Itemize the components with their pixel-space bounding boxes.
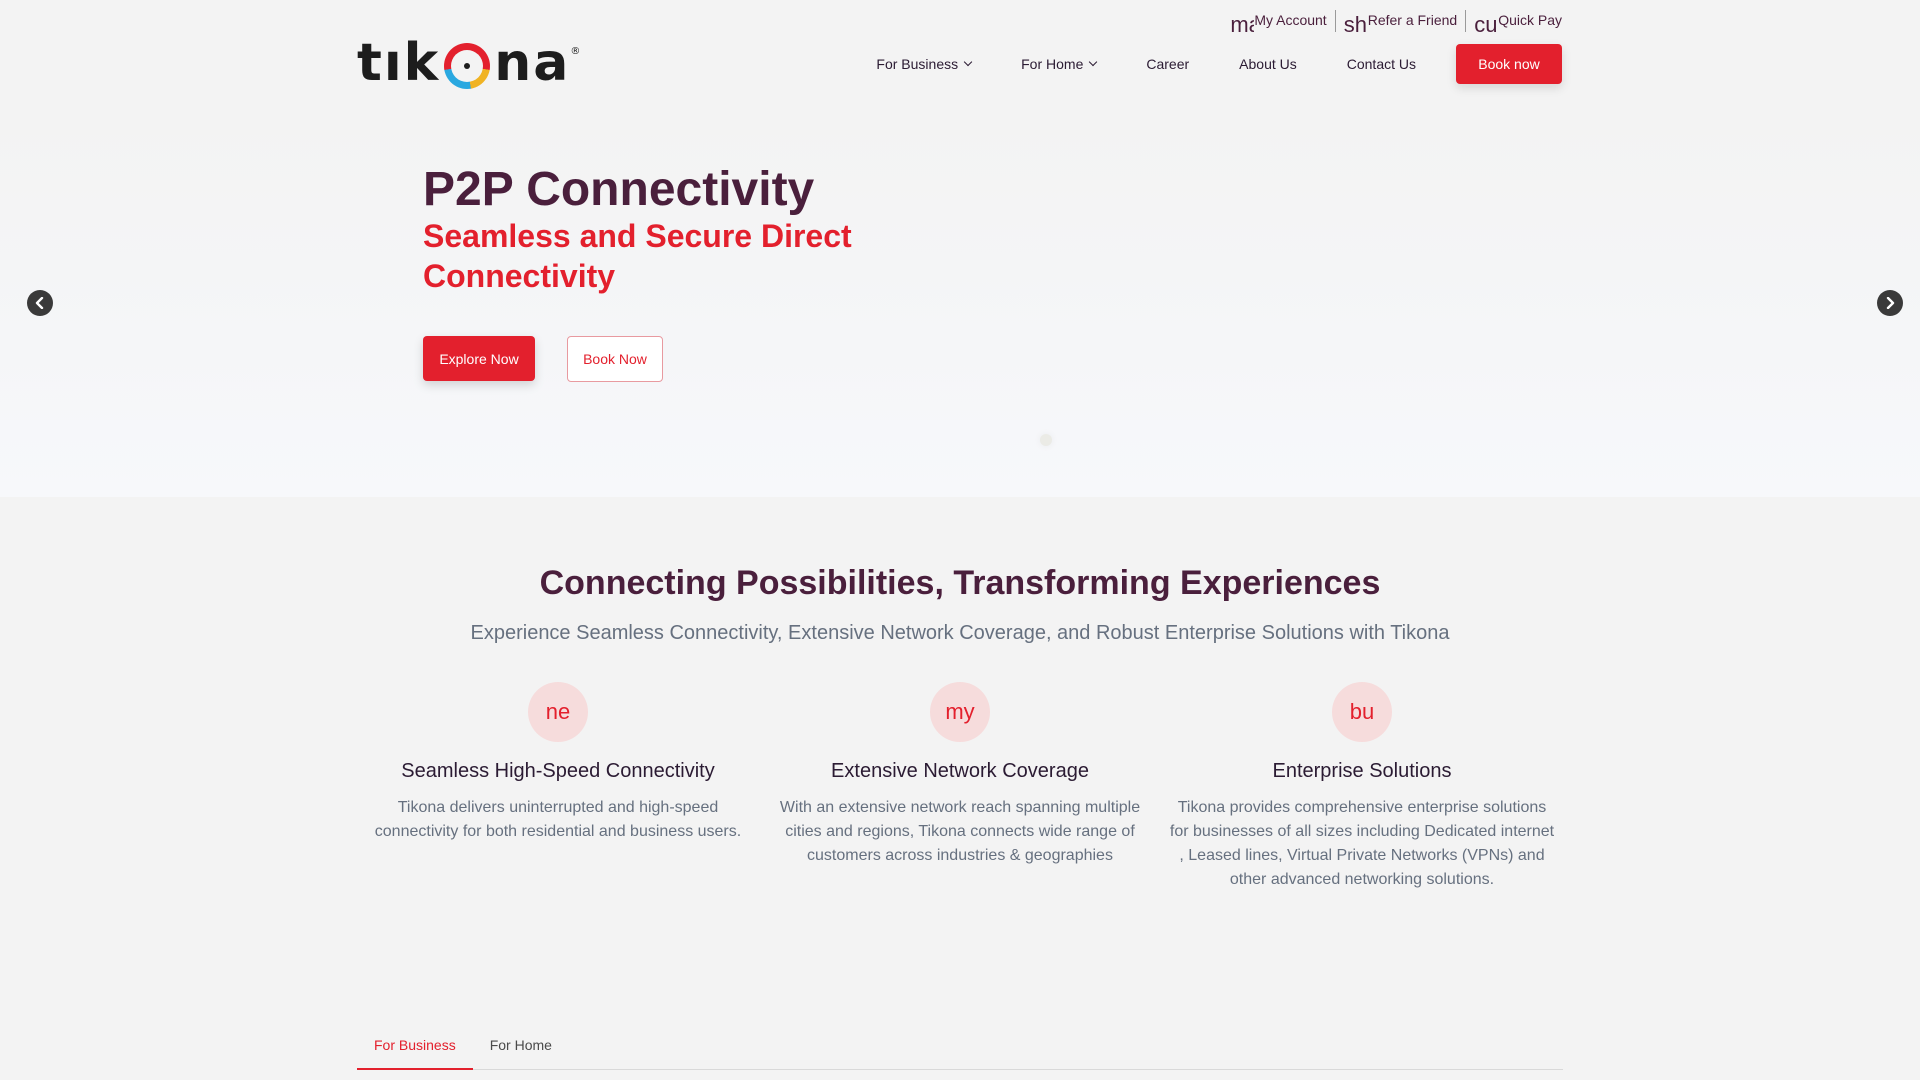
location-icon: my <box>930 682 990 742</box>
business-icon: bu <box>1332 682 1392 742</box>
feature-card-enterprise: bu Enterprise Solutions Tikona provides … <box>1161 682 1563 892</box>
refer-friend-label: Refer a Friend <box>1367 12 1458 28</box>
logo-text-right: na <box>494 33 571 93</box>
registered-mark: ® <box>570 46 583 57</box>
hero-carousel: P2P Connectivity Seamless and Secure Dir… <box>0 122 1920 497</box>
features-title: Connecting Possibilities, Transforming E… <box>539 564 1381 602</box>
network-icon: ne <box>528 682 588 742</box>
segment-tabs: For Business For Home <box>357 1024 1563 1070</box>
carousel-indicator-dot[interactable] <box>1040 434 1052 446</box>
feature-description: With an extensive network reach spanning… <box>779 799 1141 864</box>
chevron-right-icon <box>1886 297 1895 309</box>
nav-item-for-home[interactable]: For Home <box>1021 56 1098 72</box>
feature-description: Tikona provides comprehensive enterprise… <box>1169 799 1555 888</box>
my-account-link[interactable]: ma My Account <box>1222 10 1334 40</box>
carousel-next-button[interactable] <box>1877 290 1903 316</box>
nav-label: For Business <box>876 56 959 72</box>
book-now-nav-button[interactable]: Book now <box>1456 44 1562 84</box>
carousel-prev-button[interactable] <box>27 290 53 316</box>
my-account-label: My Account <box>1254 12 1327 28</box>
nav-item-career[interactable]: Career <box>1146 56 1189 72</box>
chevron-down-icon <box>1089 57 1098 67</box>
tab-for-business[interactable]: For Business <box>357 1024 473 1070</box>
main-nav: For Business For Home Career About Us Co… <box>876 44 1562 84</box>
nav-label: Contact Us <box>1346 56 1416 72</box>
site-header: tık na ® ma My Account sh Refer a Friend… <box>0 0 1920 122</box>
feature-description: Tikona delivers uninterrupted and high-s… <box>374 799 742 840</box>
hero-subtitle: Seamless and Secure Direct Connectivity <box>423 218 852 294</box>
share-icon: sh <box>1343 12 1367 37</box>
nav-item-about-us[interactable]: About Us <box>1239 56 1297 72</box>
nav-item-for-business[interactable]: For Business <box>876 56 973 72</box>
feature-title: Enterprise Solutions <box>1272 760 1452 782</box>
logo-text-left: tık <box>357 33 441 93</box>
feature-title: Extensive Network Coverage <box>831 760 1089 782</box>
quick-pay-link[interactable]: cu Quick Pay <box>1466 10 1562 40</box>
nav-label: Career <box>1146 56 1190 72</box>
features-subtitle: Experience Seamless Connectivity, Extens… <box>470 622 1450 644</box>
chevron-left-icon <box>35 297 44 309</box>
book-now-hero-button[interactable]: Book Now <box>567 336 663 382</box>
hero-title: P2P Connectivity <box>423 163 815 216</box>
currency-icon: cu <box>1474 12 1498 37</box>
nav-label: For Home <box>1021 56 1084 72</box>
features-grid: ne Seamless High-Speed Connectivity Tiko… <box>357 682 1563 892</box>
utility-nav: ma My Account sh Refer a Friend cu Quick… <box>1222 10 1562 40</box>
tab-for-home[interactable]: For Home <box>473 1024 569 1070</box>
nav-label: About Us <box>1239 56 1297 72</box>
feature-card-connectivity: ne Seamless High-Speed Connectivity Tiko… <box>357 682 759 892</box>
tikona-logo[interactable]: tık na ® <box>357 33 583 93</box>
feature-card-coverage: my Extensive Network Coverage With an ex… <box>759 682 1161 892</box>
logo-ring-icon <box>444 43 491 89</box>
refer-friend-link[interactable]: sh Refer a Friend <box>1336 10 1465 40</box>
account-icon: ma <box>1230 12 1254 37</box>
chevron-down-icon <box>963 57 973 67</box>
nav-item-contact-us[interactable]: Contact Us <box>1347 56 1416 72</box>
explore-now-button[interactable]: Explore Now <box>423 336 535 381</box>
quick-pay-label: Quick Pay <box>1498 12 1562 28</box>
feature-title: Seamless High-Speed Connectivity <box>401 760 715 782</box>
